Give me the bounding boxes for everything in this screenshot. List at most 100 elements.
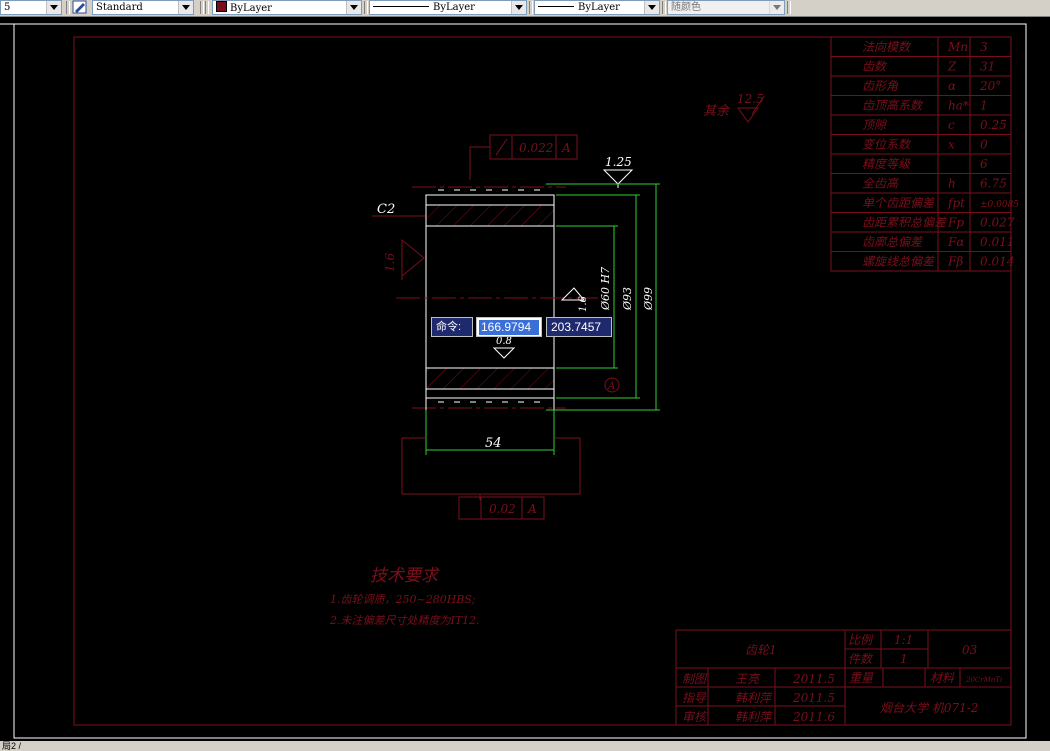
param-cell: 31: [980, 60, 995, 74]
param-cell: 0: [980, 138, 988, 152]
roughness-top-value: 1.25: [605, 155, 632, 169]
param-cell: 单个齿距偏差: [862, 196, 935, 210]
school-label: 烟台大学 机071-2: [880, 701, 978, 715]
chamfer-label: C2: [377, 202, 395, 217]
command-y-input[interactable]: 203.7457: [546, 317, 612, 337]
color-select[interactable]: ByLayer: [212, 0, 362, 15]
scale-label: 比例: [848, 633, 874, 647]
param-cell: α: [948, 79, 956, 93]
chevron-down-icon[interactable]: [769, 1, 784, 14]
param-cell: 3: [980, 40, 988, 54]
color-value: ByLayer: [230, 3, 272, 14]
plotstyle-select[interactable]: 随颜色: [667, 0, 785, 15]
param-cell: 6: [980, 157, 988, 171]
param-cell: Mn: [947, 40, 968, 54]
plotstyle-value: 随颜色: [671, 2, 701, 13]
title-block-cell: 王亮: [735, 672, 761, 686]
linetype-value: ByLayer: [433, 2, 475, 13]
param-cell: 齿形角: [862, 79, 899, 93]
title-block-cell: 指导: [682, 691, 707, 705]
param-cell: 齿顶高系数: [862, 99, 924, 113]
weight-label: 重量: [849, 671, 874, 685]
param-cell: 精度等级: [862, 157, 911, 171]
dim-width: 54: [485, 436, 502, 451]
drawing-no: 03: [962, 643, 978, 657]
param-cell: fpt: [947, 196, 965, 210]
param-cell: ±0.0085: [980, 200, 1019, 210]
title-block-cell: 2011.5: [792, 672, 835, 686]
title-block-cell: 制图: [682, 672, 708, 686]
color-swatch: [216, 1, 227, 12]
roughness-top-icon: [602, 169, 634, 188]
scale-value: 1:1: [894, 633, 913, 647]
status-bar: 局2 /: [0, 741, 1050, 751]
roughness-mid-icon: [492, 347, 516, 359]
roughness-mid-value: 0.8: [496, 336, 512, 347]
command-x-input[interactable]: 166.9794: [476, 317, 542, 337]
toolbar-separator: [662, 1, 666, 14]
tech-item-1: 1.齿轮调质，250~280HBS;: [330, 593, 476, 606]
text-style-icon[interactable]: [72, 0, 88, 14]
lineweight-value: ByLayer: [578, 2, 620, 13]
roughness-bore-value: 1.6: [578, 295, 589, 312]
title-block-cell: 韩利萍: [735, 710, 773, 724]
dim-root: Ø93: [621, 287, 634, 311]
chevron-down-icon[interactable]: [346, 1, 361, 14]
lineweight-select[interactable]: ByLayer: [534, 0, 660, 15]
first-combo[interactable]: 5: [0, 0, 62, 15]
title-block-cell: 韩利萍: [735, 691, 773, 705]
chevron-down-icon[interactable]: [178, 1, 193, 14]
param-cell: 法向模数: [862, 40, 912, 54]
linetype-preview: [373, 6, 429, 7]
text-style-select[interactable]: Standard: [92, 0, 194, 15]
command-x-value: 166.9794: [479, 320, 539, 335]
param-cell: h: [948, 177, 956, 191]
param-cell: 齿距累积总偏差: [862, 216, 947, 230]
roughness-left-value: 1.6: [383, 253, 397, 272]
material-value: 20CrMnTi: [965, 676, 1002, 684]
param-cell: 20°: [979, 79, 1001, 93]
param-cell: 1: [980, 99, 988, 113]
param-cell: 全齿高: [862, 177, 900, 191]
linetype-select[interactable]: ByLayer: [369, 0, 527, 15]
material-label: 材料: [930, 671, 955, 685]
tolerance-top-value: 0.022: [519, 141, 553, 155]
toolbar-separator: [364, 1, 368, 14]
roughness-other-label: 其余: [703, 103, 731, 119]
tolerance-bottom-datum: A: [527, 502, 537, 516]
dim-bore: Ø60 H7: [599, 267, 612, 311]
tech-title: 技术要求: [370, 566, 440, 586]
param-cell: 齿数: [862, 60, 888, 74]
toolbar-separator: [200, 1, 204, 14]
param-cell: Fp: [947, 216, 964, 230]
toolbar-separator: [529, 1, 533, 14]
datum-a-label: A: [607, 381, 615, 392]
param-cell: 0.014: [980, 255, 1014, 269]
param-cell: Fβ: [947, 255, 963, 269]
chevron-down-icon[interactable]: [644, 1, 659, 14]
toolbar-separator: [66, 1, 70, 14]
drawing-svg: 法向模数 Mn 3 齿数 Z 31 齿形角 α 20° 齿顶高系数 ha* 1 顶隙 c 0.25 变位系数 x…: [0, 23, 1027, 739]
param-cell: 0.25: [980, 118, 1007, 132]
title-block-cell: 审核: [682, 710, 708, 724]
param-cell: 0.011: [980, 235, 1014, 249]
title-block-cell: 2011.5: [792, 691, 835, 705]
param-cell: 顶隙: [862, 118, 888, 132]
param-cell: 变位系数: [862, 138, 912, 152]
part-name: 齿轮1: [745, 643, 777, 657]
param-cell: ha*: [948, 99, 969, 113]
chevron-down-icon[interactable]: [511, 1, 526, 14]
param-cell: 齿廓总偏差: [862, 235, 923, 249]
dim-outer: Ø99: [642, 287, 655, 311]
first-combo-value: 5: [4, 2, 11, 13]
chevron-down-icon[interactable]: [46, 1, 61, 14]
drawing-canvas[interactable]: 法向模数 Mn 3 齿数 Z 31 齿形角 α 20° 齿顶高系数 ha* 1 顶隙 c 0.25 变位系数 x…: [0, 17, 1050, 741]
param-cell: Z: [947, 60, 957, 74]
param-cell: Fα: [947, 235, 964, 249]
param-cell: 螺旋线总偏差: [862, 255, 935, 269]
tech-item-2: 2.未注偏差尺寸处精度为IT12.: [329, 614, 480, 627]
tolerance-bottom-value: 0.02: [489, 502, 516, 516]
toolbar-separator: [205, 1, 209, 14]
properties-toolbar: 5 Standard ByLayer ByLayer ByLayer 随颜色: [0, 0, 1050, 17]
roughness-other-value: 12.5: [737, 92, 764, 106]
